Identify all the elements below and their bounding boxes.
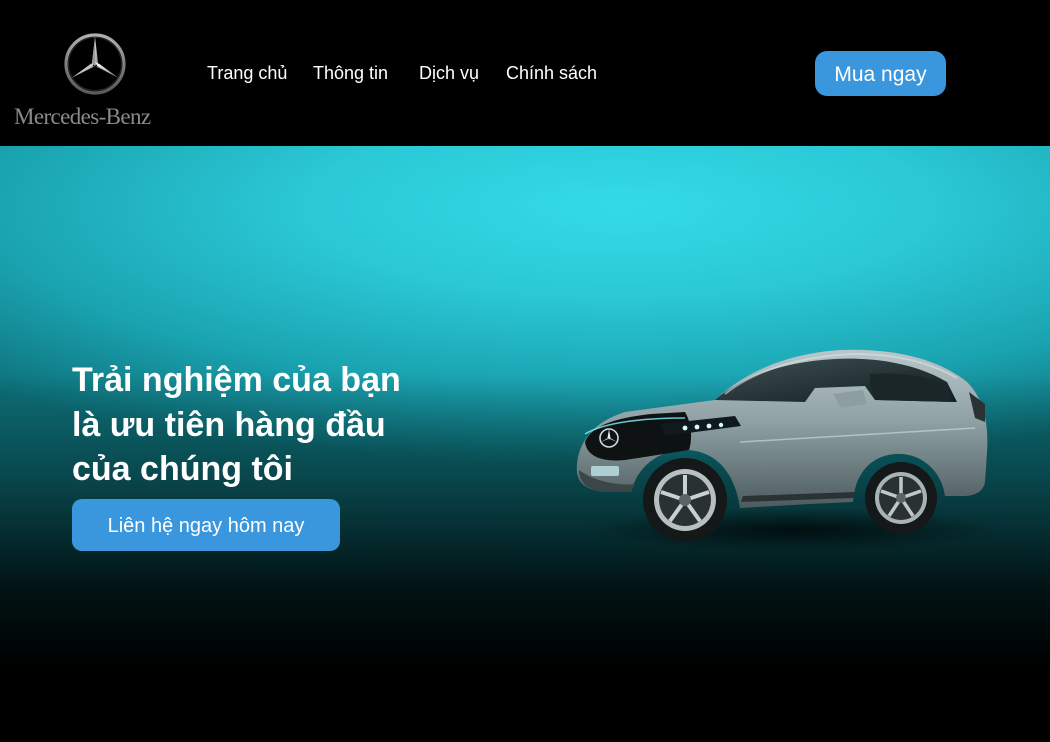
nav-item-info[interactable]: Thông tin [313, 61, 388, 85]
nav-item-policy[interactable]: Chính sách [506, 61, 597, 85]
bottom-edge [0, 738, 1050, 742]
buy-now-button[interactable]: Mua ngay [815, 51, 946, 96]
nav-item-services[interactable]: Dịch vụ [419, 61, 479, 85]
brand-wordmark: Mercedes-Benz [14, 104, 151, 129]
nav-item-home[interactable]: Trang chủ [207, 61, 287, 85]
hero-title: Trải nghiệm của bạn là ưu tiên hàng đầu … [72, 358, 492, 492]
mercedes-star-icon [64, 33, 126, 95]
car-image [576, 349, 995, 552]
contact-now-button[interactable]: Liên hệ ngay hôm nay [72, 499, 340, 551]
hero-title-line: là ưu tiên hàng đầu [72, 405, 386, 444]
hero-title-line: của chúng tôi [72, 450, 293, 488]
landing-page: Mercedes-Benz Trang chủ Thông tin Dịch v… [0, 0, 1050, 742]
hero-section: Trải nghiệm của bạn là ưu tiên hàng đầu … [0, 146, 1050, 742]
hero-title-line: Trải nghiệm của bạn [72, 361, 401, 399]
brand-logo[interactable]: Mercedes-Benz [12, 30, 178, 130]
site-header: Mercedes-Benz Trang chủ Thông tin Dịch v… [0, 0, 1050, 146]
